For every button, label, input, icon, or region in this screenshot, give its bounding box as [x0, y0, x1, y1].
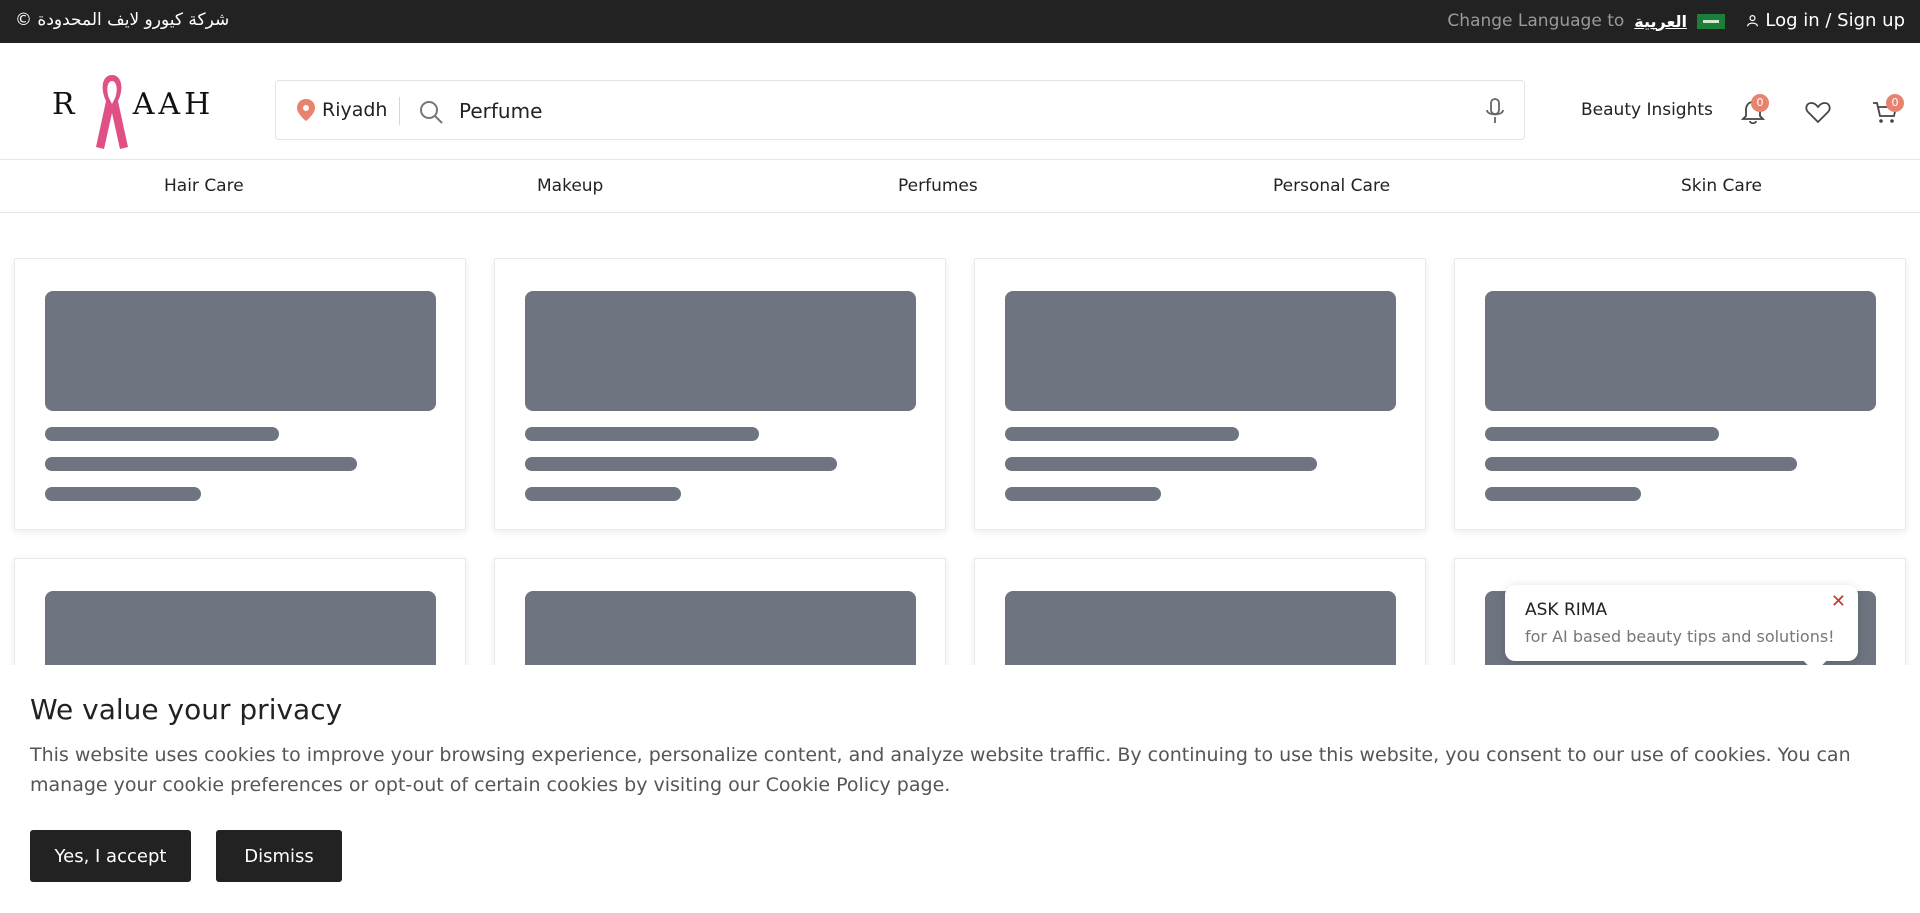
- cart-button[interactable]: 0: [1870, 94, 1904, 127]
- wishlist-button[interactable]: [1803, 97, 1833, 127]
- category-hair-care[interactable]: Hair Care: [164, 176, 244, 196]
- accept-cookies-button[interactable]: Yes, I accept: [30, 830, 191, 882]
- product-card-skeleton: [1454, 258, 1906, 530]
- search-icon[interactable]: [418, 99, 444, 125]
- search-divider: [399, 97, 400, 125]
- skeleton-line: [1005, 427, 1239, 441]
- login-signup-link[interactable]: Log in / Sign up: [1746, 10, 1905, 31]
- skeleton-image: [1485, 291, 1876, 411]
- category-makeup[interactable]: Makeup: [537, 176, 603, 196]
- site-header: R AAH Riyadh Beauty Insights 0 0: [0, 43, 1920, 160]
- ask-rima-popup[interactable]: ASK RIMA for AI based beauty tips and so…: [1505, 585, 1858, 673]
- search-input[interactable]: [459, 91, 1439, 131]
- skeleton-image: [525, 291, 916, 411]
- skeleton-line: [525, 487, 681, 501]
- skeleton-image: [45, 291, 436, 411]
- close-icon[interactable]: ✕: [1831, 591, 1846, 612]
- notifications-button[interactable]: 0: [1738, 94, 1769, 127]
- product-card-skeleton: [974, 258, 1426, 530]
- top-bar: © شركة كيورو لايف المحدودة Change Langua…: [0, 0, 1920, 43]
- category-skin-care[interactable]: Skin Care: [1681, 176, 1762, 196]
- microphone-icon[interactable]: [1484, 98, 1506, 124]
- category-nav: Hair Care Makeup Perfumes Personal Care …: [0, 160, 1920, 213]
- skeleton-line: [1005, 457, 1317, 471]
- cookie-description: This website uses cookies to improve you…: [30, 744, 1851, 796]
- dismiss-cookies-button[interactable]: Dismiss: [216, 830, 342, 882]
- arabic-language-link[interactable]: العربية: [1634, 12, 1687, 31]
- notification-count-badge: 0: [1751, 94, 1769, 112]
- search-bar: Riyadh: [275, 80, 1525, 140]
- copyright-text: © شركة كيورو لايف المحدودة: [15, 10, 230, 30]
- heart-icon: [1805, 102, 1831, 124]
- beauty-insights-link[interactable]: Beauty Insights: [1581, 100, 1713, 120]
- skeleton-line: [1485, 457, 1797, 471]
- riyaah-logo[interactable]: R AAH: [52, 71, 210, 151]
- saudi-flag-icon: [1697, 13, 1725, 29]
- cookie-consent-banner: We value your privacy This website uses …: [0, 665, 1920, 913]
- category-personal-care[interactable]: Personal Care: [1273, 176, 1390, 196]
- language-switcher[interactable]: Change Language to العربية: [1447, 11, 1725, 31]
- location-pin-icon: [297, 99, 315, 121]
- ask-rima-subtitle: for AI based beauty tips and solutions!: [1525, 627, 1835, 646]
- skeleton-line: [1005, 487, 1161, 501]
- skeleton-line: [45, 487, 201, 501]
- logo-wordmark: R AAH: [52, 87, 215, 122]
- login-label: Log in / Sign up: [1765, 10, 1905, 31]
- location-selector[interactable]: Riyadh: [296, 98, 387, 122]
- skeleton-line: [1485, 427, 1719, 441]
- skeleton-line: [45, 427, 279, 441]
- skeleton-line: [45, 457, 357, 471]
- user-icon: [1747, 15, 1759, 27]
- skeleton-line: [525, 457, 837, 471]
- product-card-skeleton: [494, 258, 946, 530]
- ask-rima-title: ASK RIMA: [1525, 600, 1608, 620]
- location-label: Riyadh: [322, 99, 388, 121]
- skeleton-image: [1005, 291, 1396, 411]
- skeleton-line: [1485, 487, 1641, 501]
- product-card-skeleton: [14, 258, 466, 530]
- cart-count-badge: 0: [1886, 94, 1904, 112]
- category-perfumes[interactable]: Perfumes: [898, 176, 978, 196]
- skeleton-line: [525, 427, 759, 441]
- cookie-title: We value your privacy: [30, 693, 343, 726]
- change-language-label: Change Language to: [1447, 11, 1625, 31]
